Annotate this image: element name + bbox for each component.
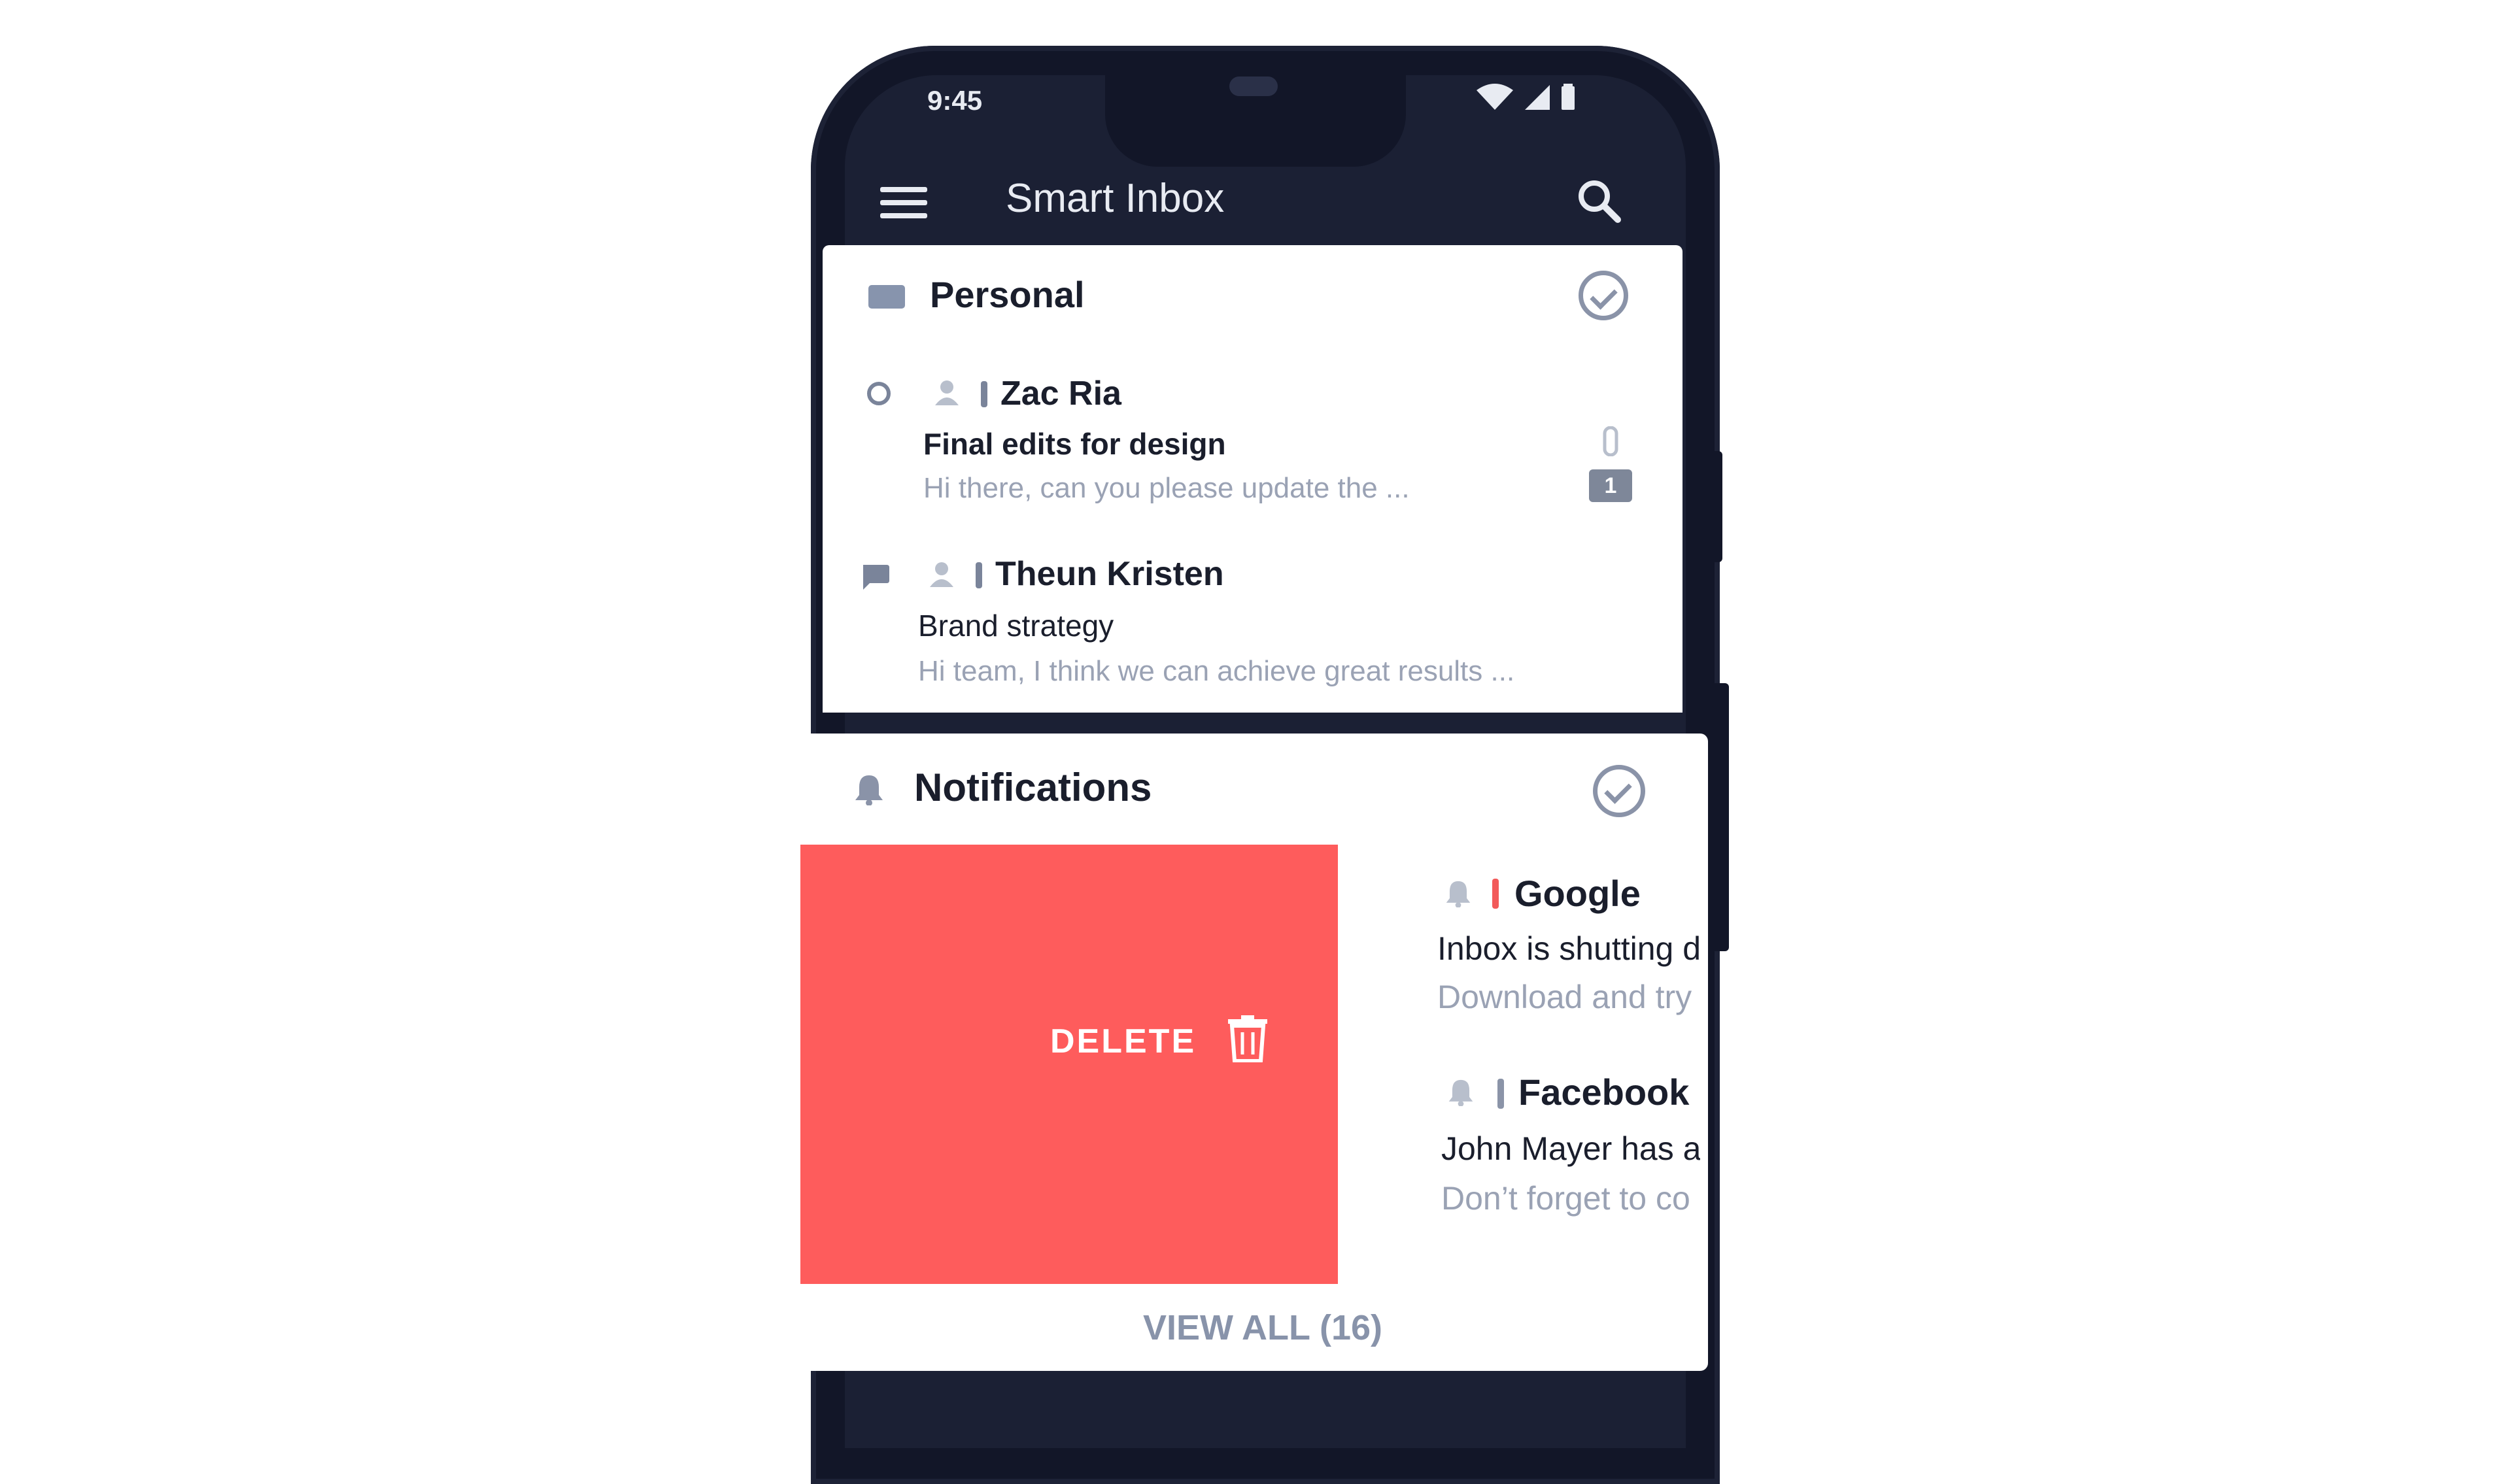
- menu-icon[interactable]: [880, 184, 927, 221]
- sender-color-bar: [981, 381, 987, 407]
- sender-color-bar: [976, 562, 982, 588]
- email-preview: Hi team, I think we can achieve great re…: [918, 655, 1515, 687]
- notification-preview: Download and try: [1437, 979, 1692, 1015]
- signal-icon: [1525, 85, 1550, 110]
- delete-swipe-action[interactable]: [800, 845, 1338, 1284]
- notification-preview: Don’t forget to co: [1441, 1180, 1690, 1217]
- thread-count-badge: 1: [1589, 469, 1632, 502]
- email-preview: Hi there, can you please update the ...: [923, 472, 1410, 504]
- bell-icon: [1448, 1079, 1473, 1106]
- search-icon[interactable]: [1576, 178, 1622, 224]
- notifications-mark-done-button[interactable]: [1593, 765, 1645, 817]
- status-time: 9:45: [927, 85, 983, 116]
- notification-sender: Google: [1514, 873, 1641, 914]
- battery-icon: [1562, 84, 1575, 110]
- person-icon: [930, 562, 953, 587]
- view-all-button[interactable]: VIEW ALL (16): [1143, 1307, 1382, 1348]
- personal-folder-icon: [868, 285, 905, 309]
- wifi-icon: [1477, 84, 1513, 110]
- notification-subject: John Mayer has a: [1441, 1130, 1700, 1167]
- notification-list: Google Inbox is shutting d Download and …: [1334, 845, 1700, 1302]
- status-icons: [1477, 84, 1575, 110]
- speaker: [1229, 76, 1278, 96]
- bell-icon: [855, 775, 883, 805]
- sender-color-bar: [1497, 1079, 1504, 1109]
- attachment-icon: [1603, 426, 1618, 456]
- bell-icon: [1446, 881, 1471, 907]
- power-button: [1712, 683, 1729, 951]
- notifications-section-title: Notifications: [914, 766, 1152, 809]
- email-subject: Brand strategy: [918, 609, 1114, 643]
- volume-button: [1707, 451, 1722, 562]
- notification-subject: Inbox is shutting d: [1437, 930, 1700, 967]
- email-subject: Final edits for design: [923, 427, 1226, 461]
- delete-label: DELETE: [1050, 1022, 1197, 1060]
- notification-sender: Facebook: [1518, 1071, 1690, 1113]
- trash-icon: [1228, 1015, 1267, 1062]
- unread-dot-icon: [867, 382, 891, 405]
- personal-mark-done-button[interactable]: [1579, 271, 1628, 320]
- app-title: Smart Inbox: [1006, 176, 1225, 221]
- sender-color-bar: [1492, 879, 1499, 909]
- email-sender: Zac Ria: [1000, 375, 1121, 413]
- email-sender: Theun Kristen: [995, 555, 1224, 593]
- chat-bubble-icon: [863, 565, 889, 590]
- personal-section-title: Personal: [930, 274, 1085, 315]
- person-icon: [935, 380, 959, 405]
